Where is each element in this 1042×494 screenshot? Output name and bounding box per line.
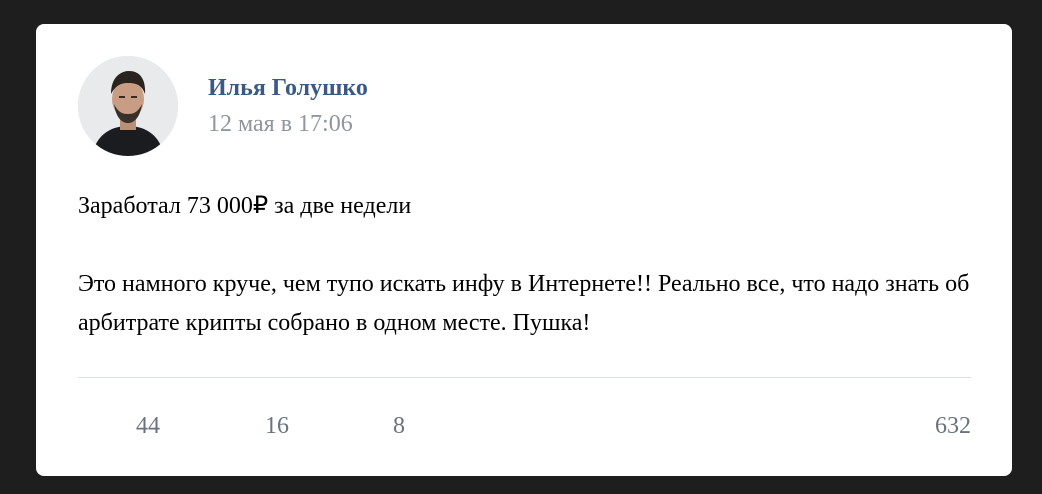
post-headline: Заработал 73 000₽ за две недели bbox=[78, 193, 412, 219]
shares-count[interactable]: 8 bbox=[393, 410, 405, 442]
post-text: Заработал 73 000₽ за две недели Это намн… bbox=[78, 187, 978, 343]
views-count: 632 bbox=[935, 413, 971, 439]
post-card: Илья Голушко 12 мая в 17:06 Заработал 73… bbox=[36, 24, 1012, 476]
post-body: Это намного круче, чем тупо искать инфу … bbox=[78, 271, 970, 336]
likes-count[interactable]: 44 bbox=[136, 410, 160, 442]
post-date[interactable]: 12 мая в 17:06 bbox=[208, 108, 353, 140]
divider bbox=[78, 377, 971, 378]
author-name-link[interactable]: Илья Голушко bbox=[208, 72, 368, 104]
author-avatar[interactable] bbox=[78, 56, 178, 156]
comments-count[interactable]: 16 bbox=[265, 410, 289, 442]
avatar-image bbox=[78, 56, 178, 156]
